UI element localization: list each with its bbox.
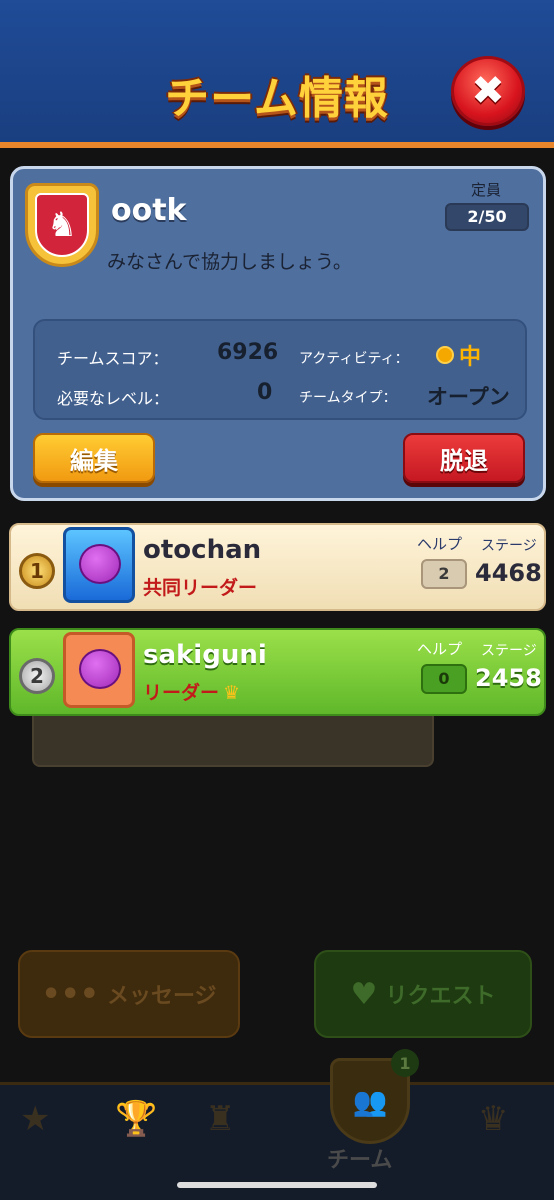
- piggy-bank-icon: [79, 544, 121, 584]
- activity-value: 中: [459, 345, 482, 370]
- member-row[interactable]: 1 otochan 共同リーダー ヘルプ ステージ 2 4468: [9, 523, 546, 611]
- help-count: 0: [421, 664, 467, 694]
- stage-value: 4468: [475, 559, 542, 587]
- heart-icon: ♥: [350, 976, 378, 1012]
- stage-value: 2458: [475, 664, 542, 692]
- close-button[interactable]: ✖: [451, 56, 525, 126]
- avatar: [63, 632, 135, 708]
- team-info-card: ♞ ootk みなさんで協力しましょう。 定員 2/50 チームスコア： 692…: [10, 166, 546, 501]
- team-stats: チームスコア： 6926 必要なレベル： 0 アクティビティ： 中 チームタイプ…: [33, 319, 527, 420]
- dimmed-panel: [32, 712, 434, 767]
- leave-button[interactable]: 脱退: [403, 433, 525, 483]
- nav-team-label: チーム: [327, 1148, 393, 1173]
- message-button: ••• メッセージ: [18, 950, 240, 1038]
- member-role: リーダー: [143, 682, 220, 704]
- member-name: otochan: [143, 535, 262, 565]
- level-label: 必要なレベル：: [57, 389, 170, 408]
- avatar: [63, 527, 135, 603]
- home-indicator: [177, 1182, 377, 1188]
- team-type-label: チームタイプ：: [299, 390, 397, 406]
- team-type-value: オープン: [427, 385, 510, 409]
- stage-label: ステージ: [481, 538, 537, 554]
- team-name: ootk: [111, 193, 187, 228]
- stage-label: ステージ: [481, 643, 537, 659]
- request-button: ♥ リクエスト: [314, 950, 532, 1038]
- capacity-value: 2/50: [445, 203, 529, 231]
- member-role-container: リーダー ♛: [143, 678, 240, 705]
- piggy-bank-icon: [79, 649, 121, 689]
- chat-bubble-icon: •••: [41, 976, 99, 1012]
- team-description: みなさんで協力しましょう。: [107, 251, 352, 273]
- edit-button[interactable]: 編集: [33, 433, 155, 483]
- capacity-label: 定員: [471, 181, 502, 199]
- activity-dot-icon: [436, 346, 454, 364]
- request-button-label: リクエスト: [385, 984, 496, 1009]
- help-count: 2: [421, 559, 467, 589]
- team-emblem: ♞: [25, 183, 99, 267]
- message-button-label: メッセージ: [106, 984, 217, 1009]
- header: チーム情報 ✖: [0, 0, 554, 148]
- help-label: ヘルプ: [417, 640, 463, 658]
- nav-badge: 1: [391, 1049, 419, 1077]
- rocking-horse-icon: ♞: [46, 205, 78, 245]
- score-label: チームスコア：: [57, 349, 169, 368]
- crown-icon: ♛: [223, 682, 241, 704]
- trophy-icon: 🏆: [115, 1099, 158, 1139]
- member-row[interactable]: 2 sakiguni リーダー ♛ ヘルプ ステージ 0 2458: [9, 628, 546, 716]
- activity-label: アクティビティ：: [299, 351, 409, 367]
- help-label: ヘルプ: [417, 535, 463, 553]
- level-value: 0: [257, 380, 273, 405]
- close-icon: ✖: [471, 68, 505, 114]
- member-name: sakiguni: [143, 640, 267, 670]
- member-role: 共同リーダー: [143, 577, 258, 599]
- rank-badge: 1: [19, 553, 55, 589]
- score-value: 6926: [217, 340, 279, 365]
- rank-badge: 2: [19, 658, 55, 694]
- cards-icon: ♛: [478, 1099, 509, 1139]
- star-card-icon: ★: [20, 1099, 51, 1139]
- castle-icon: ♜: [205, 1099, 236, 1139]
